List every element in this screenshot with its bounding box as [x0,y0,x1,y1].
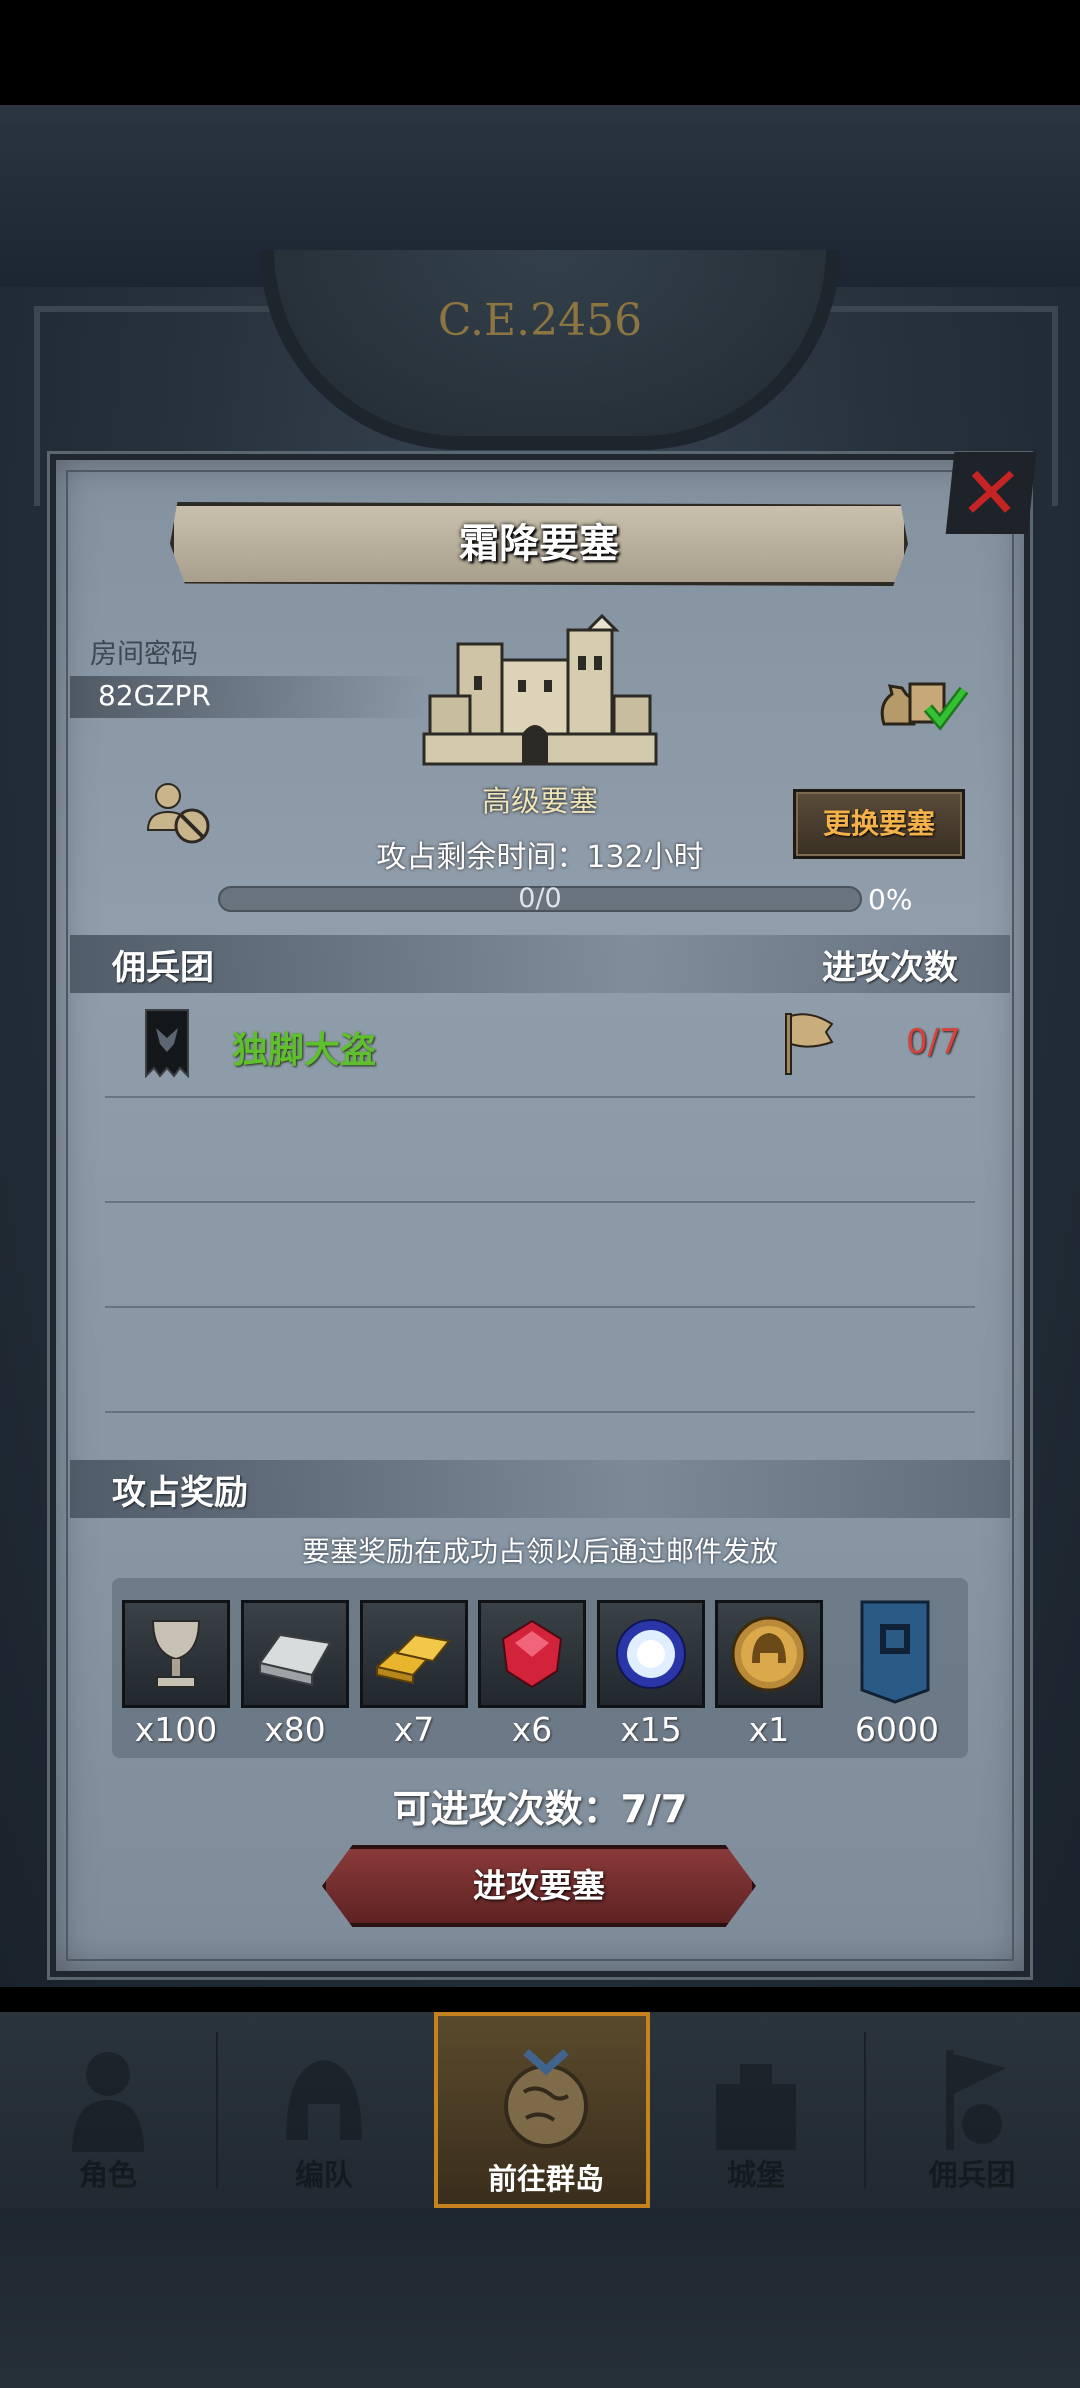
reward-qty-gold: x7 [393,1710,435,1749]
supply-bag-icon[interactable] [876,664,968,734]
nav-label-islands: 前往群岛 [487,2162,604,2196]
flag-icon [785,1013,834,1075]
mercenary-attack-count: 0/7 [906,1022,961,1062]
reward-item-goblet[interactable] [122,1600,230,1708]
rewards-section-title: 攻占奖励 [112,1473,248,1513]
row-divider [105,1096,975,1098]
mercenary-icon [946,2050,1006,2150]
bottom-navigation: 角色 编队 前往群岛 城堡 佣兵团 [0,2012,1080,2208]
nav-item-character[interactable]: 角色 [0,2012,216,2208]
time-remaining: 攻占剩余时间：132小时 [376,840,704,875]
close-button[interactable]: ✕ [945,451,1037,535]
change-fortress-button[interactable]: 更换要塞 [793,789,965,859]
attack-fortress-label[interactable]: 进攻要塞 [322,1845,756,1927]
change-fortress-label: 更换要塞 [822,807,935,840]
era-label: C.E.2456 [437,295,643,346]
nav-label-mercenary: 佣兵团 [928,2158,1016,2192]
reward-item-iron[interactable] [241,1600,349,1708]
rewards-note: 要塞奖励在成功占领以后通过邮件发放 [301,1535,778,1568]
bottom-background [0,2208,1080,2388]
close-icon: ✕ [956,451,1026,535]
reward-qty-crystal: x15 [620,1710,682,1749]
guild-shield-icon[interactable] [860,1600,930,1704]
globe-icon [504,2049,588,2148]
dialog-title: 霜降要塞 [459,521,619,567]
room-password-label: 房间密码 [90,639,198,670]
nav-item-castle[interactable]: 城堡 [648,2012,864,2208]
no-player-icon [146,783,210,844]
crystal-orb-icon [616,1619,686,1689]
reward-item-helmet-medal[interactable] [715,1600,823,1708]
attacks-column-header: 进攻次数 [822,948,958,988]
capture-progress-text: 0/0 [518,883,562,914]
castle-icon [422,613,658,766]
mercenary-banner-icon [145,1009,189,1078]
reward-item-ruby[interactable] [478,1600,586,1708]
reward-item-gold[interactable] [360,1600,468,1708]
room-code[interactable]: 82GZPR [98,679,211,712]
nav-label-formation: 编队 [294,2158,353,2192]
iron-ingot-icon [258,1633,332,1687]
reward-item-crystal[interactable] [597,1600,705,1708]
nav-item-islands[interactable]: 前往群岛 [434,2012,650,2208]
capture-progress-percent: 0% [868,883,913,916]
mercenary-row[interactable]: 独脚大盗 0/7 [70,994,1010,1094]
castle-nav-icon [716,2064,796,2150]
mercenary-section-title: 佣兵团 [112,948,214,988]
row-divider [105,1201,975,1203]
knight-icon [72,2052,144,2152]
nav-label-castle: 城堡 [726,2158,785,2192]
nav-item-mercenary[interactable]: 佣兵团 [864,2012,1080,2208]
ruby-icon [501,1619,563,1689]
attacks-available: 可进攻次数：7/7 [392,1787,688,1831]
reward-qty-ruby: x6 [511,1710,553,1749]
mercenary-name: 独脚大盗 [232,1030,377,1071]
row-divider [105,1411,975,1413]
row-divider [105,1306,975,1308]
status-bar [0,0,1080,105]
reward-qty-helmet-medal: x1 [748,1710,790,1749]
gold-bars-icon [374,1633,451,1685]
helmet-icon [286,2060,362,2140]
nav-label-character: 角色 [78,2158,137,2192]
reward-qty-guild-points: 6000 [855,1710,939,1749]
nav-item-formation[interactable]: 编队 [216,2012,432,2208]
reward-qty-iron: x80 [264,1710,326,1749]
fortress-grade: 高级要塞 [481,784,598,818]
helmet-medal-icon [731,1616,807,1692]
reward-qty-goblet: x100 [134,1710,218,1749]
goblet-icon [151,1620,201,1688]
